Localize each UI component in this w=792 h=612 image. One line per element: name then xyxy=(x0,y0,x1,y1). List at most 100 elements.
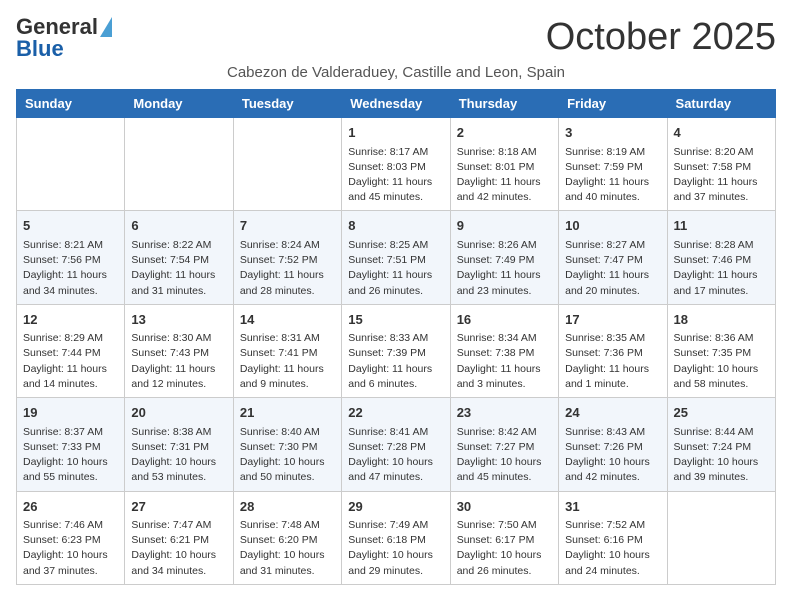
calendar-cell: 24Sunrise: 8:43 AM Sunset: 7:26 PM Dayli… xyxy=(559,398,667,491)
day-number: 30 xyxy=(457,497,552,517)
calendar-cell: 14Sunrise: 8:31 AM Sunset: 7:41 PM Dayli… xyxy=(233,304,341,397)
day-number: 6 xyxy=(131,216,226,236)
calendar-cell: 15Sunrise: 8:33 AM Sunset: 7:39 PM Dayli… xyxy=(342,304,450,397)
calendar-cell: 10Sunrise: 8:27 AM Sunset: 7:47 PM Dayli… xyxy=(559,211,667,304)
calendar-cell xyxy=(667,491,775,584)
day-number: 19 xyxy=(23,403,118,423)
calendar-cell: 30Sunrise: 7:50 AM Sunset: 6:17 PM Dayli… xyxy=(450,491,558,584)
day-header-friday: Friday xyxy=(559,90,667,118)
day-number: 15 xyxy=(348,310,443,330)
cell-info: Sunrise: 7:48 AM Sunset: 6:20 PM Dayligh… xyxy=(240,518,335,579)
day-number: 26 xyxy=(23,497,118,517)
logo: General Blue xyxy=(16,16,112,60)
calendar-cell: 21Sunrise: 8:40 AM Sunset: 7:30 PM Dayli… xyxy=(233,398,341,491)
cell-info: Sunrise: 7:50 AM Sunset: 6:17 PM Dayligh… xyxy=(457,518,552,579)
calendar-cell: 22Sunrise: 8:41 AM Sunset: 7:28 PM Dayli… xyxy=(342,398,450,491)
day-number: 24 xyxy=(565,403,660,423)
day-number: 22 xyxy=(348,403,443,423)
day-header-monday: Monday xyxy=(125,90,233,118)
cell-info: Sunrise: 8:22 AM Sunset: 7:54 PM Dayligh… xyxy=(131,238,226,299)
cell-info: Sunrise: 8:24 AM Sunset: 7:52 PM Dayligh… xyxy=(240,238,335,299)
week-row-3: 12Sunrise: 8:29 AM Sunset: 7:44 PM Dayli… xyxy=(17,304,776,397)
cell-info: Sunrise: 8:34 AM Sunset: 7:38 PM Dayligh… xyxy=(457,331,552,392)
calendar-cell: 23Sunrise: 8:42 AM Sunset: 7:27 PM Dayli… xyxy=(450,398,558,491)
cell-info: Sunrise: 8:35 AM Sunset: 7:36 PM Dayligh… xyxy=(565,331,660,392)
cell-info: Sunrise: 8:17 AM Sunset: 8:03 PM Dayligh… xyxy=(348,145,443,206)
calendar-cell: 31Sunrise: 7:52 AM Sunset: 6:16 PM Dayli… xyxy=(559,491,667,584)
day-number: 28 xyxy=(240,497,335,517)
cell-info: Sunrise: 8:28 AM Sunset: 7:46 PM Dayligh… xyxy=(674,238,769,299)
cell-info: Sunrise: 8:43 AM Sunset: 7:26 PM Dayligh… xyxy=(565,425,660,486)
calendar-cell: 1Sunrise: 8:17 AM Sunset: 8:03 PM Daylig… xyxy=(342,118,450,211)
calendar-cell: 16Sunrise: 8:34 AM Sunset: 7:38 PM Dayli… xyxy=(450,304,558,397)
cell-info: Sunrise: 8:27 AM Sunset: 7:47 PM Dayligh… xyxy=(565,238,660,299)
day-number: 11 xyxy=(674,216,769,236)
day-number: 12 xyxy=(23,310,118,330)
calendar-cell: 26Sunrise: 7:46 AM Sunset: 6:23 PM Dayli… xyxy=(17,491,125,584)
calendar-cell: 27Sunrise: 7:47 AM Sunset: 6:21 PM Dayli… xyxy=(125,491,233,584)
cell-info: Sunrise: 7:47 AM Sunset: 6:21 PM Dayligh… xyxy=(131,518,226,579)
day-header-thursday: Thursday xyxy=(450,90,558,118)
day-header-saturday: Saturday xyxy=(667,90,775,118)
cell-info: Sunrise: 8:36 AM Sunset: 7:35 PM Dayligh… xyxy=(674,331,769,392)
day-header-wednesday: Wednesday xyxy=(342,90,450,118)
week-row-5: 26Sunrise: 7:46 AM Sunset: 6:23 PM Dayli… xyxy=(17,491,776,584)
cell-info: Sunrise: 8:19 AM Sunset: 7:59 PM Dayligh… xyxy=(565,145,660,206)
cell-info: Sunrise: 8:30 AM Sunset: 7:43 PM Dayligh… xyxy=(131,331,226,392)
cell-info: Sunrise: 8:31 AM Sunset: 7:41 PM Dayligh… xyxy=(240,331,335,392)
week-row-4: 19Sunrise: 8:37 AM Sunset: 7:33 PM Dayli… xyxy=(17,398,776,491)
cell-info: Sunrise: 8:18 AM Sunset: 8:01 PM Dayligh… xyxy=(457,145,552,206)
day-number: 7 xyxy=(240,216,335,236)
cell-info: Sunrise: 8:42 AM Sunset: 7:27 PM Dayligh… xyxy=(457,425,552,486)
week-row-1: 1Sunrise: 8:17 AM Sunset: 8:03 PM Daylig… xyxy=(17,118,776,211)
calendar-table: SundayMondayTuesdayWednesdayThursdayFrid… xyxy=(16,89,776,585)
logo-blue-text: Blue xyxy=(16,38,64,60)
day-number: 9 xyxy=(457,216,552,236)
day-number: 20 xyxy=(131,403,226,423)
day-number: 23 xyxy=(457,403,552,423)
day-number: 31 xyxy=(565,497,660,517)
calendar-cell: 4Sunrise: 8:20 AM Sunset: 7:58 PM Daylig… xyxy=(667,118,775,211)
cell-info: Sunrise: 8:25 AM Sunset: 7:51 PM Dayligh… xyxy=(348,238,443,299)
calendar-cell: 2Sunrise: 8:18 AM Sunset: 8:01 PM Daylig… xyxy=(450,118,558,211)
calendar-cell: 25Sunrise: 8:44 AM Sunset: 7:24 PM Dayli… xyxy=(667,398,775,491)
cell-info: Sunrise: 8:37 AM Sunset: 7:33 PM Dayligh… xyxy=(23,425,118,486)
day-number: 21 xyxy=(240,403,335,423)
logo-general-text: General xyxy=(16,16,98,38)
calendar-cell: 11Sunrise: 8:28 AM Sunset: 7:46 PM Dayli… xyxy=(667,211,775,304)
day-number: 4 xyxy=(674,123,769,143)
day-number: 14 xyxy=(240,310,335,330)
calendar-cell: 28Sunrise: 7:48 AM Sunset: 6:20 PM Dayli… xyxy=(233,491,341,584)
day-number: 18 xyxy=(674,310,769,330)
cell-info: Sunrise: 8:33 AM Sunset: 7:39 PM Dayligh… xyxy=(348,331,443,392)
cell-info: Sunrise: 8:20 AM Sunset: 7:58 PM Dayligh… xyxy=(674,145,769,206)
cell-info: Sunrise: 8:44 AM Sunset: 7:24 PM Dayligh… xyxy=(674,425,769,486)
cell-info: Sunrise: 8:38 AM Sunset: 7:31 PM Dayligh… xyxy=(131,425,226,486)
day-number: 17 xyxy=(565,310,660,330)
cell-info: Sunrise: 8:26 AM Sunset: 7:49 PM Dayligh… xyxy=(457,238,552,299)
day-number: 1 xyxy=(348,123,443,143)
cell-info: Sunrise: 8:21 AM Sunset: 7:56 PM Dayligh… xyxy=(23,238,118,299)
calendar-cell xyxy=(233,118,341,211)
calendar-cell: 9Sunrise: 8:26 AM Sunset: 7:49 PM Daylig… xyxy=(450,211,558,304)
calendar-cell: 17Sunrise: 8:35 AM Sunset: 7:36 PM Dayli… xyxy=(559,304,667,397)
cell-info: Sunrise: 7:46 AM Sunset: 6:23 PM Dayligh… xyxy=(23,518,118,579)
calendar-cell: 19Sunrise: 8:37 AM Sunset: 7:33 PM Dayli… xyxy=(17,398,125,491)
header: General Blue October 2025 xyxy=(16,16,776,60)
day-number: 2 xyxy=(457,123,552,143)
calendar-cell: 3Sunrise: 8:19 AM Sunset: 7:59 PM Daylig… xyxy=(559,118,667,211)
month-title: October 2025 xyxy=(546,16,776,59)
calendar-cell: 18Sunrise: 8:36 AM Sunset: 7:35 PM Dayli… xyxy=(667,304,775,397)
calendar-cell: 12Sunrise: 8:29 AM Sunset: 7:44 PM Dayli… xyxy=(17,304,125,397)
calendar-cell: 20Sunrise: 8:38 AM Sunset: 7:31 PM Dayli… xyxy=(125,398,233,491)
calendar-cell: 29Sunrise: 7:49 AM Sunset: 6:18 PM Dayli… xyxy=(342,491,450,584)
day-number: 5 xyxy=(23,216,118,236)
day-number: 8 xyxy=(348,216,443,236)
week-row-2: 5Sunrise: 8:21 AM Sunset: 7:56 PM Daylig… xyxy=(17,211,776,304)
calendar-cell: 7Sunrise: 8:24 AM Sunset: 7:52 PM Daylig… xyxy=(233,211,341,304)
day-number: 27 xyxy=(131,497,226,517)
day-number: 13 xyxy=(131,310,226,330)
calendar-cell: 8Sunrise: 8:25 AM Sunset: 7:51 PM Daylig… xyxy=(342,211,450,304)
calendar-cell xyxy=(17,118,125,211)
day-header-sunday: Sunday xyxy=(17,90,125,118)
